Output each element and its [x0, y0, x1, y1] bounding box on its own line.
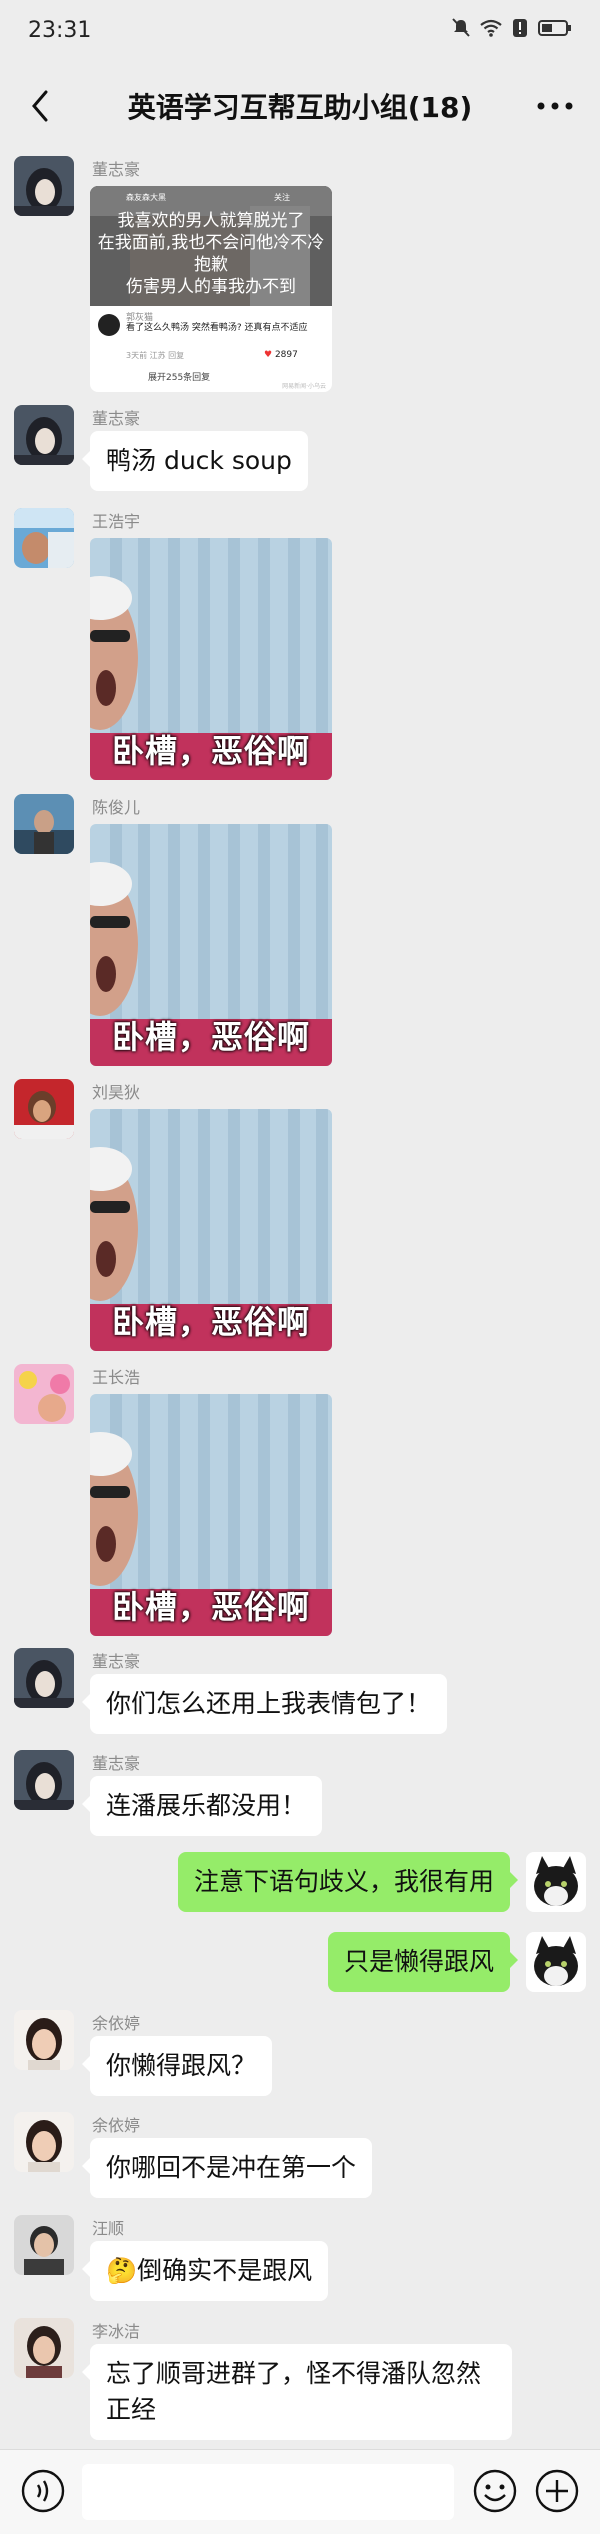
sticker-image[interactable]: 卧槽，恶俗啊: [90, 1394, 332, 1636]
sender-name: 王长浩: [92, 1368, 141, 1387]
message-bubble-self[interactable]: 注意下语句歧义，我很有用: [177, 1852, 519, 1912]
message-item-self: 注意下语句歧义，我很有用: [0, 1852, 600, 1918]
message-item: 董志豪 鸭汤 duck soup: [0, 405, 600, 500]
post-author: 森友森大黑: [126, 193, 166, 202]
sticker-caption: 卧槽，恶俗啊: [111, 732, 310, 770]
message-input[interactable]: [82, 2464, 454, 2520]
avatar[interactable]: [14, 1648, 74, 1708]
more-dots-icon: [537, 102, 573, 110]
plus-button[interactable]: [534, 2468, 580, 2514]
message-bubble-self[interactable]: 只是懒得跟风: [327, 1932, 519, 1992]
message-bubble[interactable]: 你们怎么还用上我表情包了！: [81, 1674, 448, 1734]
voice-icon: [21, 2469, 65, 2513]
mute-icon: [452, 18, 470, 37]
comment-meta: 3天前 江苏 回复: [126, 351, 185, 360]
avatar[interactable]: [14, 1750, 74, 1810]
like-count: ♥ 2897: [264, 350, 298, 360]
heart-icon: ♥: [264, 350, 273, 360]
sender-name: 董志豪: [92, 1754, 141, 1773]
avatar-self[interactable]: [526, 1852, 586, 1912]
avatar[interactable]: [14, 156, 74, 216]
sender-name: 余依婷: [92, 2014, 141, 2033]
chat-title: 英语学习互帮互助小组(18): [127, 91, 473, 124]
voice-button[interactable]: [20, 2468, 66, 2514]
watermark: 网易新闻·小乌云: [282, 383, 326, 390]
message-item: 陈俊儿 卧槽，恶俗啊: [0, 794, 600, 1074]
message-bubble[interactable]: 你懒得跟风？: [81, 2036, 273, 2096]
message-item: 王浩宇 卧槽，恶俗啊: [0, 508, 600, 788]
message-item: 董志豪 你们怎么还用上我表情包了！: [0, 1648, 600, 1743]
sticker-image[interactable]: 卧槽，恶俗啊: [90, 1109, 332, 1351]
status-bar: 23:31: [0, 0, 600, 64]
sender-name: 刘昊狄: [92, 1083, 141, 1102]
sender-name: 王浩宇: [92, 512, 141, 531]
message-text: 倒确实不是跟风: [137, 2256, 313, 2285]
sticker-image[interactable]: 卧槽，恶俗啊: [90, 538, 332, 780]
expand-replies: 展开255条回复: [148, 373, 211, 383]
alert-icon: [513, 19, 527, 37]
sender-name: 李冰洁: [92, 2322, 141, 2341]
sticker-caption: 卧槽，恶俗啊: [111, 1303, 310, 1341]
avatar[interactable]: [14, 794, 74, 854]
avatar-self[interactable]: [526, 1932, 586, 1992]
avatar[interactable]: [14, 508, 74, 568]
sticker-caption: 卧槽，恶俗啊: [111, 1018, 310, 1056]
sender-name: 董志豪: [92, 160, 141, 179]
sticker-image[interactable]: 卧槽，恶俗啊: [90, 824, 332, 1066]
battery-icon: [538, 20, 571, 36]
input-bar: [0, 2449, 600, 2534]
sender-name: 汪顺: [92, 2219, 125, 2238]
message-item: 汪顺 🤔倒确实不是跟风: [0, 2215, 600, 2310]
sender-name: 董志豪: [92, 1652, 141, 1671]
avatar[interactable]: [14, 405, 74, 465]
avatar[interactable]: [14, 2215, 74, 2275]
shared-post-card[interactable]: 森友森大黑 关注 我喜欢的男人就算脱光了 在我面前,我也不会问他冷不冷 抱歉 伤…: [90, 186, 332, 392]
message-item: 李冰洁 忘了顺哥进群了，怪不得潘队忽然正经: [0, 2318, 600, 2443]
message-item: 余依婷 你懒得跟风？: [0, 2010, 600, 2105]
sender-name: 董志豪: [92, 409, 141, 428]
sender-name: 陈俊儿: [92, 798, 141, 817]
overlay-line: 我喜欢的男人就算脱光了: [117, 211, 305, 231]
commenter-avatar: [98, 314, 120, 336]
avatar[interactable]: [14, 1364, 74, 1424]
message-bubble[interactable]: 忘了顺哥进群了，怪不得潘队忽然正经: [82, 2344, 512, 2440]
plus-icon: [535, 2469, 579, 2513]
sticker-caption: 卧槽，恶俗啊: [111, 1588, 310, 1626]
sender-name: 余依婷: [92, 2116, 141, 2135]
overlay-line: 在我面前,我也不会问他冷不冷: [97, 233, 325, 253]
status-time: 23:31: [28, 18, 92, 43]
more-button[interactable]: [528, 82, 582, 130]
message-bubble[interactable]: 鸭汤 duck soup: [82, 431, 308, 491]
overlay-line: 伤害男人的事我办不到: [126, 277, 296, 297]
emoji-button[interactable]: [472, 2468, 518, 2514]
wifi-icon: [480, 19, 502, 37]
overlay-line: 抱歉: [194, 255, 228, 275]
comment-text: 看了这么久鸭汤 突然看鸭汤? 还真有点不适应: [126, 323, 308, 333]
avatar[interactable]: [14, 1079, 74, 1139]
emoji-icon: [473, 2469, 517, 2513]
message-item: 王长浩 卧槽，恶俗啊: [0, 1364, 600, 1644]
avatar[interactable]: [14, 2318, 74, 2378]
chat-header: 英语学习互帮互助小组(18): [0, 64, 600, 148]
message-item-self: 只是懒得跟风: [0, 1932, 600, 1998]
message-item: 董志豪 连潘展乐都没用！: [0, 1750, 600, 1845]
message-bubble[interactable]: 连潘展乐都没用！: [81, 1776, 323, 1836]
like-number: 2897: [274, 350, 298, 360]
message-bubble[interactable]: 你哪回不是冲在第一个: [81, 2138, 373, 2198]
status-icons: [452, 18, 572, 38]
message-item: 余依婷 你哪回不是冲在第一个: [0, 2112, 600, 2207]
post-image: 森友森大黑 关注 我喜欢的男人就算脱光了 在我面前,我也不会问他冷不冷 抱歉 伤…: [90, 186, 332, 306]
message-item: 董志豪 森友森大黑 关注 我喜欢的男人就算脱光了 在我面前,我也不会问他冷不冷 …: [0, 156, 600, 401]
follow-label: 关注: [274, 193, 290, 202]
avatar[interactable]: [14, 2112, 74, 2172]
avatar[interactable]: [14, 2010, 74, 2070]
message-item: 刘昊狄 卧槽，恶俗啊: [0, 1079, 600, 1359]
thinking-emoji: 🤔: [106, 2256, 138, 2285]
message-bubble[interactable]: 🤔倒确实不是跟风: [81, 2241, 329, 2301]
